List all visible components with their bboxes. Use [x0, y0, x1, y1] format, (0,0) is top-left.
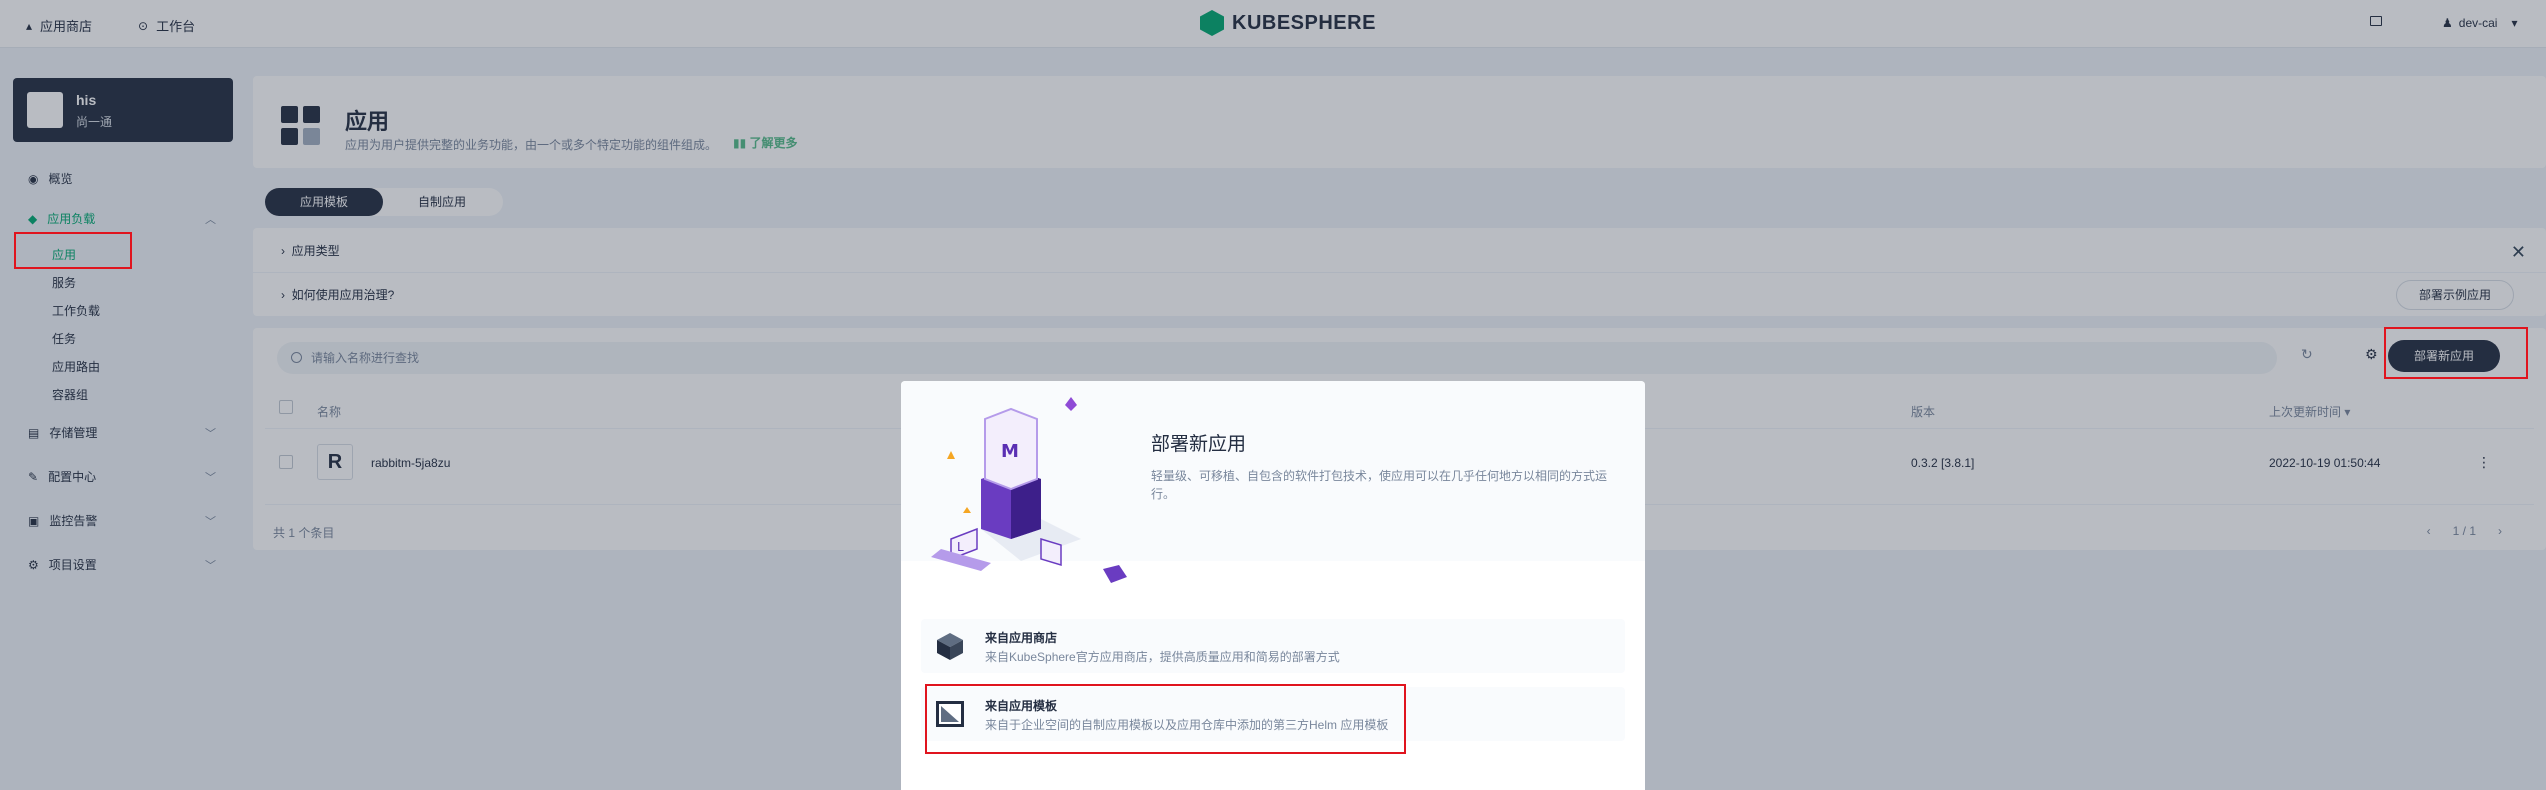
modal-description: 轻量级、可移植、自包含的软件打包技术，使应用可以在几乎任何地方以相同的方式运行。 — [1151, 469, 1608, 501]
deploy-app-modal: M L 部署新应用 轻量级、可移植、自包含的软件打包技术，使应用可以在几乎任何地… — [901, 381, 1645, 790]
svg-text:L: L — [957, 540, 964, 554]
svg-text:M: M — [1001, 441, 1019, 462]
option-from-app-template[interactable]: 来自应用模板 来自于企业空间的自制应用模板以及应用仓库中添加的第三方Helm 应… — [921, 687, 1625, 741]
template-icon — [936, 701, 964, 727]
helm-illustration-icon: M L — [931, 397, 1127, 583]
cube-icon — [937, 633, 963, 660]
option-title: 来自应用商店 — [985, 631, 1058, 645]
option-description: 来自KubeSphere官方应用商店，提供高质量应用和简易的部署方式 — [985, 650, 1340, 664]
option-description: 来自于企业空间的自制应用模板以及应用仓库中添加的第三方Helm 应用模板 — [985, 718, 1389, 732]
modal-title: 部署新应用 — [1151, 434, 1247, 455]
option-title: 来自应用模板 — [985, 699, 1058, 713]
modal-header: M L 部署新应用 轻量级、可移植、自包含的软件打包技术，使应用可以在几乎任何地… — [901, 381, 1645, 583]
option-from-app-store[interactable]: 来自应用商店 来自KubeSphere官方应用商店，提供高质量应用和简易的部署方… — [921, 619, 1625, 673]
